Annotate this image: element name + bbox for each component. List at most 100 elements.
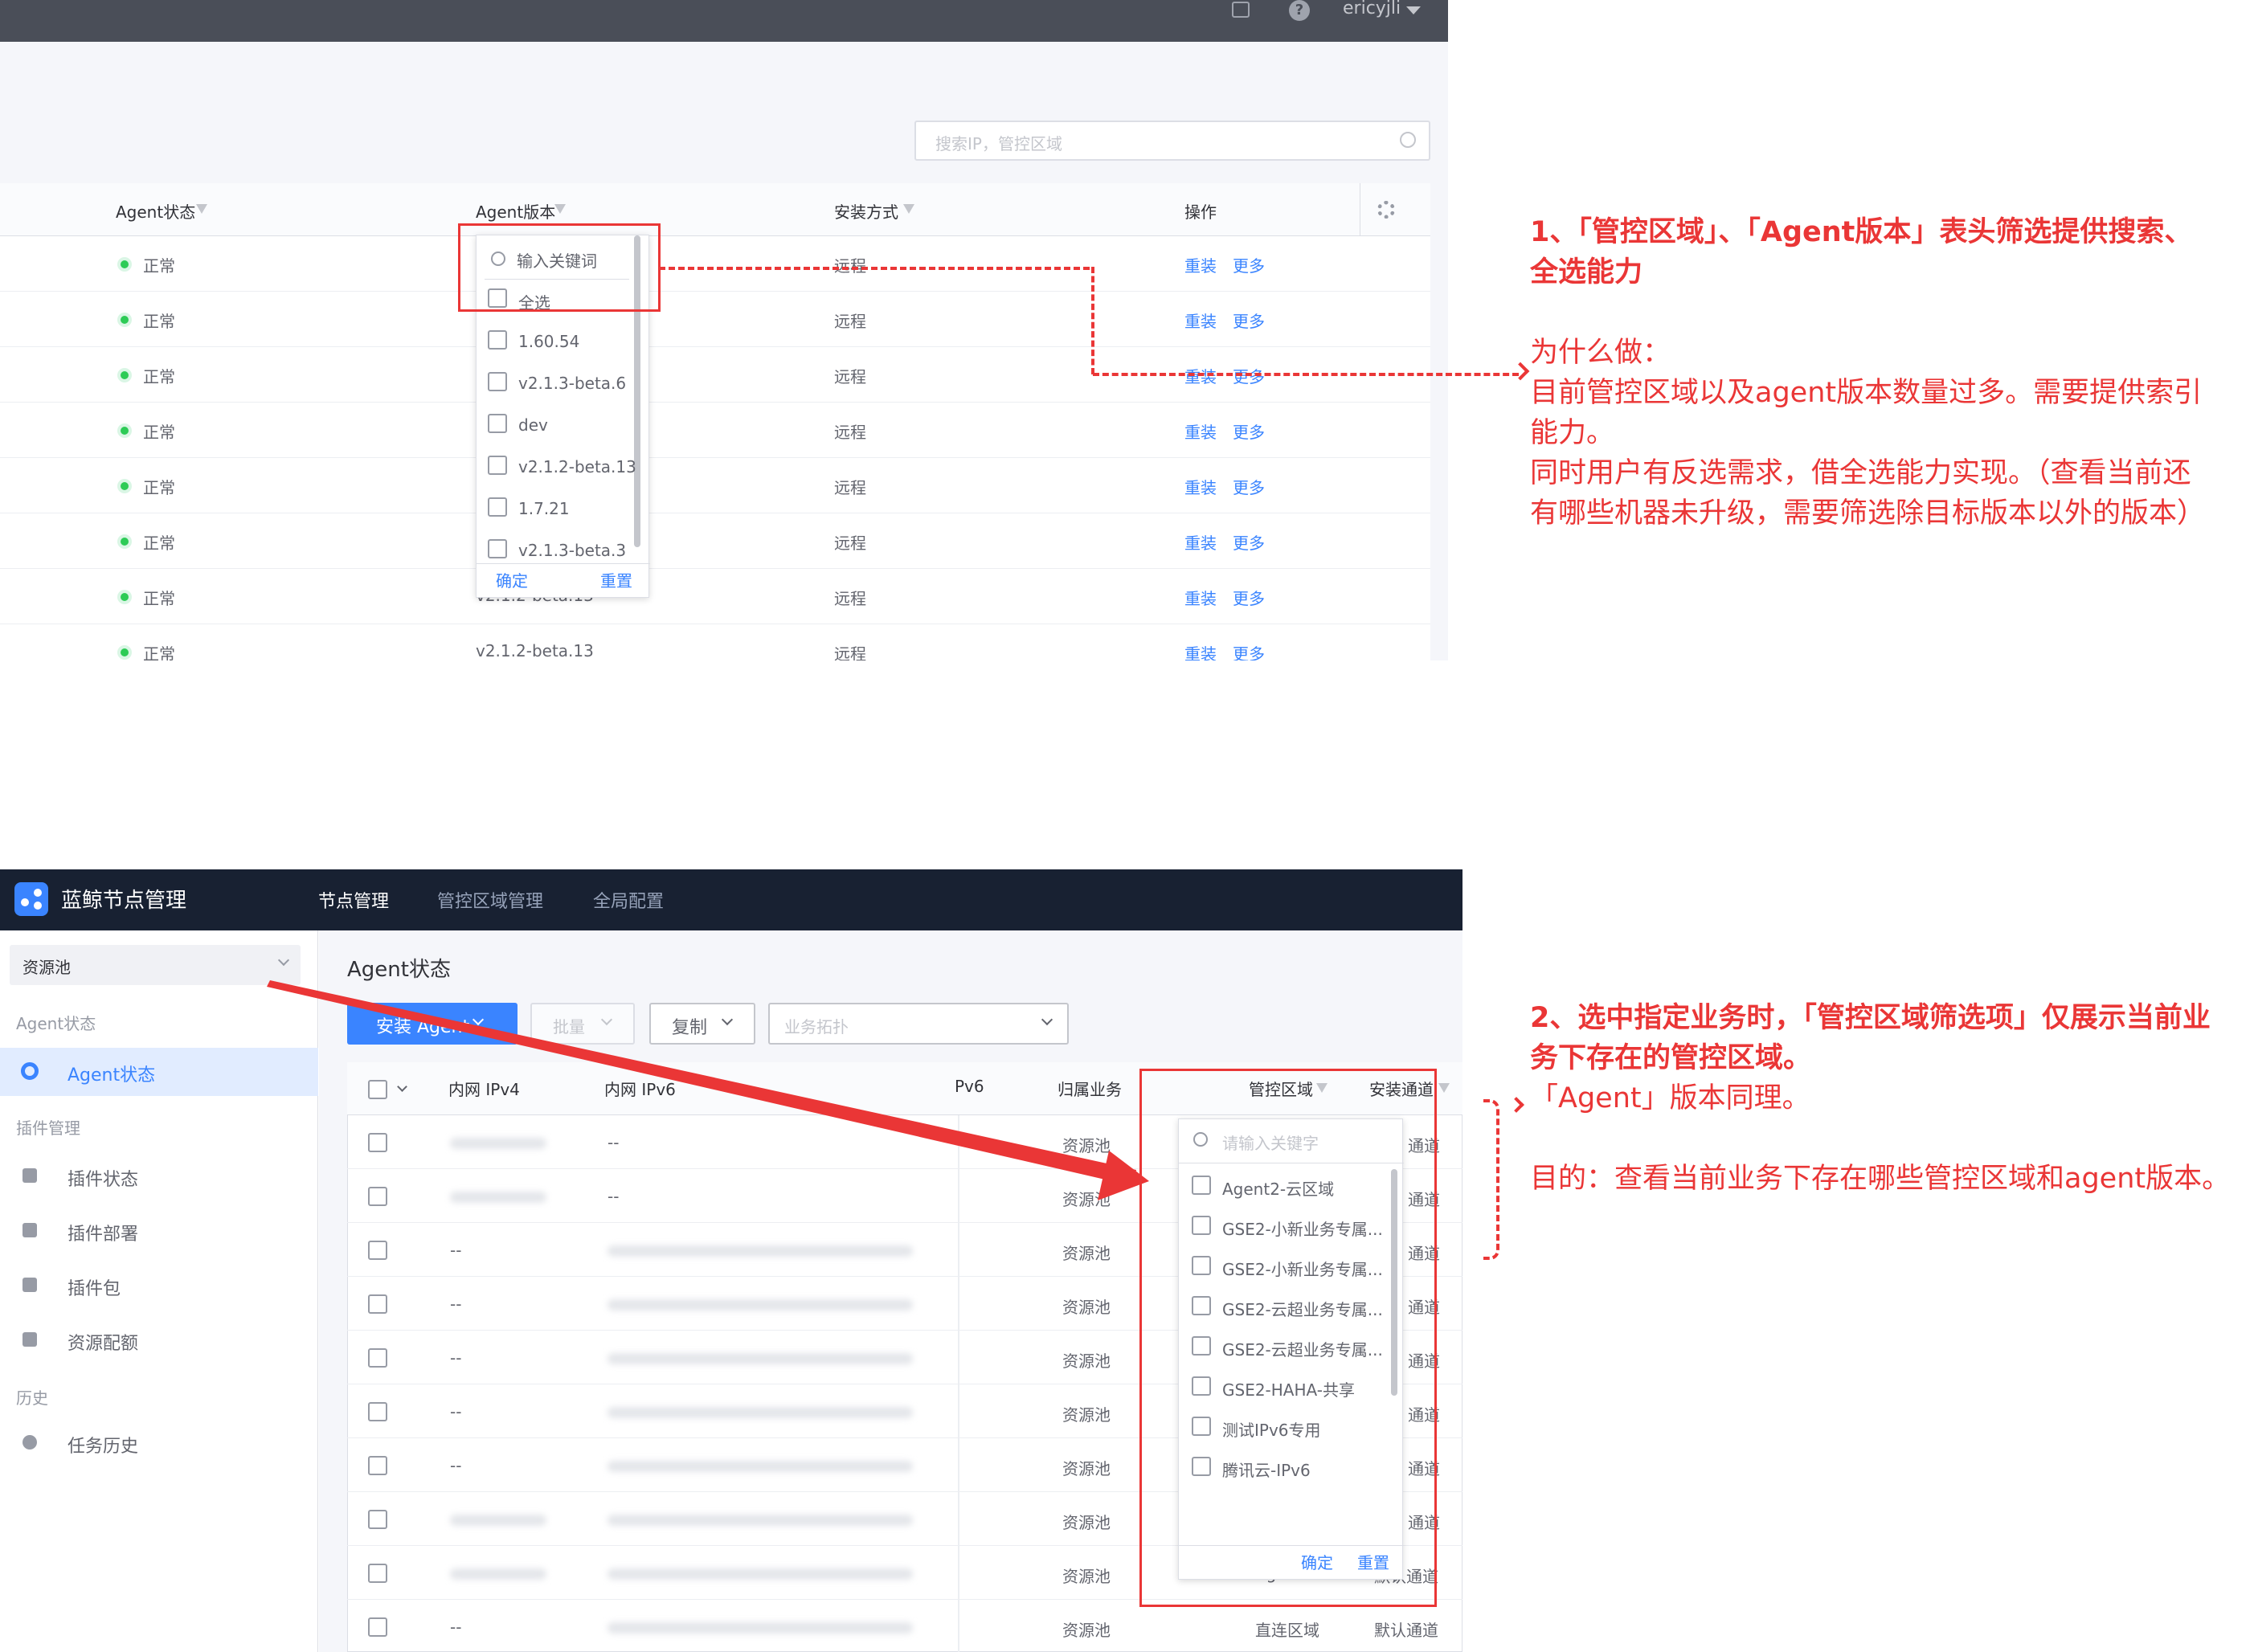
- annotation-1: 1、「管控区域」、「Agent版本」表头筛选提供搜索、 全选能力: [1530, 212, 2245, 292]
- row-checkbox[interactable]: [368, 1348, 387, 1368]
- sidebar-item-task-history[interactable]: 任务历史: [0, 1419, 318, 1467]
- select-all-rows-checkbox[interactable]: [368, 1080, 387, 1099]
- more-link[interactable]: 更多: [1233, 641, 1265, 660]
- user-name[interactable]: ericyjli: [1343, 0, 1401, 18]
- reinstall-link[interactable]: 重装: [1184, 309, 1217, 332]
- gear-icon[interactable]: [1377, 201, 1395, 219]
- ipv6-text: --: [608, 1187, 620, 1206]
- top-navbar: [0, 869, 1462, 930]
- more-link[interactable]: 更多: [1233, 530, 1265, 554]
- col-agent-status[interactable]: Agent状态: [116, 199, 195, 223]
- option-checkbox[interactable]: [488, 330, 507, 350]
- biz-text: 资源池: [1062, 1621, 1111, 1640]
- chevron-down-icon: [1041, 1013, 1053, 1026]
- more-link[interactable]: 更多: [1233, 586, 1265, 609]
- filter-icon[interactable]: [903, 204, 914, 214]
- status-text: 正常: [143, 367, 175, 386]
- help-icon[interactable]: ?: [1289, 0, 1310, 21]
- option-label[interactable]: 1.7.21: [518, 499, 570, 518]
- search-input[interactable]: 搜索IP，管控区域: [914, 121, 1430, 161]
- annotation-2: 2、选中指定业务时，「管控区域筛选项」仅展示当前业 务下存在的管控区域。: [1530, 998, 2245, 1078]
- option-checkbox[interactable]: [488, 456, 507, 475]
- annotation-line: 2、选中指定业务时，「管控区域筛选项」仅展示当前业: [1530, 1002, 2211, 1034]
- method-text: 远程: [834, 256, 866, 276]
- ipv4-text: --: [450, 1348, 462, 1368]
- annotation-2-body: 「Agent」版本同理。 目的：查看当前业务下存在哪些管控区域和agent版本。: [1530, 1078, 2245, 1199]
- option-checkbox[interactable]: [488, 414, 507, 433]
- batch-button[interactable]: 批量: [530, 1003, 635, 1045]
- col-biz: 归属业务: [1058, 1080, 1122, 1099]
- version-text: v2.1.2-beta.13: [476, 641, 594, 660]
- filter-icon[interactable]: [554, 204, 566, 214]
- reinstall-link[interactable]: 重装: [1184, 586, 1217, 609]
- status-ok-icon: [121, 260, 129, 268]
- method-text: 远程: [834, 312, 866, 331]
- nav-node-manage[interactable]: 节点管理: [318, 887, 389, 913]
- method-text: 远程: [834, 478, 866, 497]
- more-link[interactable]: 更多: [1233, 309, 1265, 332]
- row-checkbox[interactable]: [368, 1402, 387, 1421]
- sidebar-group-plugin: 插件管理: [16, 1118, 80, 1138]
- row-checkbox[interactable]: [368, 1510, 387, 1529]
- method-text: 远程: [834, 589, 866, 608]
- option-label[interactable]: v2.1.2-beta.13: [518, 457, 636, 476]
- screen-capture-icon[interactable]: [1232, 2, 1250, 18]
- row-checkbox[interactable]: [368, 1617, 387, 1637]
- sidebar-item-plugin[interactable]: 插件包: [0, 1261, 318, 1310]
- confirm-button[interactable]: 确定: [496, 568, 528, 591]
- reset-button[interactable]: 重置: [600, 568, 632, 591]
- status-text: 正常: [143, 589, 175, 608]
- more-link[interactable]: 更多: [1233, 419, 1265, 443]
- chevron-down-icon: [721, 1013, 734, 1026]
- option-label[interactable]: v2.1.3-beta.3: [518, 541, 626, 560]
- sidebar-item-plugin[interactable]: 插件部署: [0, 1207, 318, 1255]
- filter-icon[interactable]: [196, 204, 207, 214]
- topo-select[interactable]: 业务拓扑: [768, 1003, 1069, 1045]
- sidebar-item-agent-status[interactable]: Agent状态: [0, 1048, 318, 1096]
- biz-text: 资源池: [1062, 1513, 1111, 1532]
- option-label[interactable]: v2.1.3-beta.6: [518, 374, 626, 393]
- app-title[interactable]: 蓝鲸节点管理: [61, 884, 186, 914]
- option-checkbox[interactable]: [488, 539, 507, 558]
- sidebar-item-plugin[interactable]: 插件状态: [0, 1152, 318, 1200]
- row-checkbox[interactable]: [368, 1294, 387, 1314]
- top-header-bar: [0, 0, 1448, 42]
- reinstall-link[interactable]: 重装: [1184, 530, 1217, 554]
- topo-placeholder: 业务拓扑: [784, 1017, 849, 1037]
- biz-text: 资源池: [1062, 1244, 1111, 1263]
- col-install-method[interactable]: 安装方式: [834, 199, 898, 223]
- option-checkbox[interactable]: [488, 497, 507, 517]
- row-checkbox[interactable]: [368, 1241, 387, 1260]
- status-ok-icon: [121, 427, 129, 435]
- arrow-head-icon: [1508, 1097, 1524, 1113]
- nav-global-config[interactable]: 全局配置: [593, 887, 664, 913]
- col-agent-version[interactable]: Agent版本: [476, 199, 555, 223]
- blurred-ipv6: [608, 1353, 913, 1364]
- chevron-down-icon[interactable]: [1406, 6, 1421, 14]
- row-checkbox[interactable]: [368, 1133, 387, 1152]
- status-ok-icon: [121, 593, 129, 601]
- option-checkbox[interactable]: [488, 372, 507, 391]
- search-icon[interactable]: [1400, 132, 1416, 148]
- option-label[interactable]: 1.60.54: [518, 332, 579, 351]
- copy-button[interactable]: 复制: [649, 1003, 755, 1045]
- blurred-ipv6: [608, 1515, 913, 1526]
- row-checkbox[interactable]: [368, 1187, 387, 1206]
- layers-icon: [22, 1223, 37, 1237]
- nav-cloud-manage[interactable]: 管控区域管理: [437, 887, 543, 913]
- row-checkbox[interactable]: [368, 1564, 387, 1583]
- sidebar-item-plugin[interactable]: 资源配额: [0, 1316, 318, 1364]
- reinstall-link[interactable]: 重装: [1184, 419, 1217, 443]
- install-agent-button[interactable]: 安装 Agent: [347, 1003, 518, 1045]
- reinstall-link[interactable]: 重装: [1184, 253, 1217, 276]
- reinstall-link[interactable]: 重装: [1184, 475, 1217, 498]
- option-label[interactable]: dev: [518, 415, 548, 435]
- more-link[interactable]: 更多: [1233, 475, 1265, 498]
- more-link[interactable]: 更多: [1233, 253, 1265, 276]
- filter-icon[interactable]: [1438, 1083, 1450, 1093]
- app-logo-icon[interactable]: [14, 882, 48, 916]
- row-checkbox[interactable]: [368, 1456, 387, 1475]
- connector-line: [1091, 267, 1094, 374]
- biz-select[interactable]: 资源池: [10, 945, 301, 985]
- reinstall-link[interactable]: 重装: [1184, 641, 1217, 660]
